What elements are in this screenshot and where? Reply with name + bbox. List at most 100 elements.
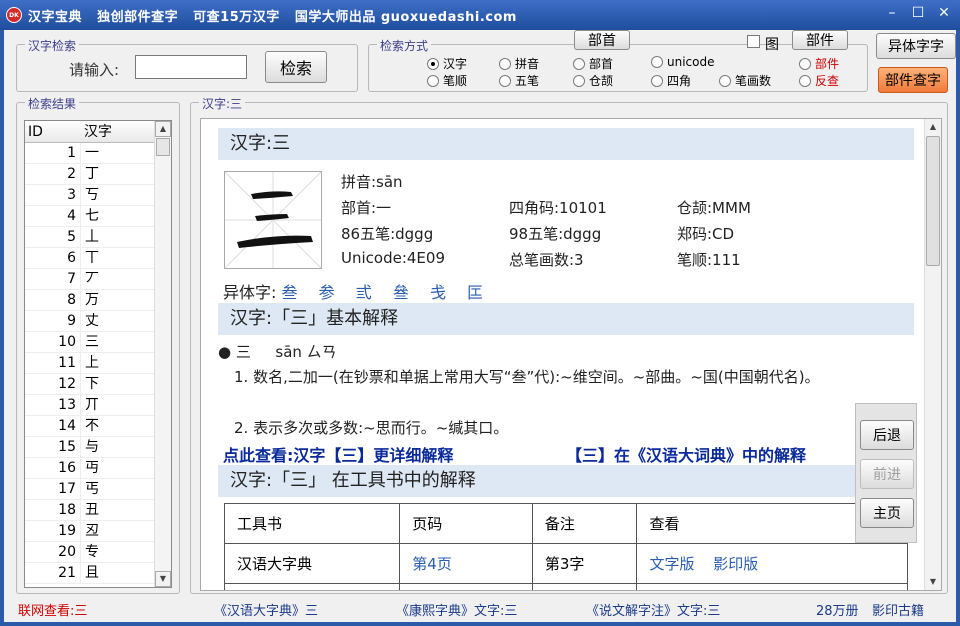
list-scrollbar[interactable]: ▲ ▼ — [154, 121, 171, 587]
forward-button[interactable]: 前进 — [860, 459, 914, 489]
radio-dot-icon — [499, 57, 511, 70]
list-item[interactable]: 4七 — [25, 206, 171, 227]
more-detail-link[interactable]: 点此查看:汉字【三】更详细解释 — [223, 442, 453, 466]
unicode-code: Unicode:4E09 — [341, 249, 445, 267]
search-button[interactable]: 检索 — [265, 51, 327, 83]
list-item[interactable]: 20 专 — [25, 542, 171, 563]
radio-bujian[interactable]: 部件 — [799, 55, 839, 72]
list-item[interactable]: 9丈 — [25, 311, 171, 332]
content-scrollbar[interactable]: ▲ ▼ — [924, 119, 941, 590]
detail-pane: 汉字:三 拼音:sān 部首:一 四角码:10101 仓颉:MMM 86五笔:d… — [200, 118, 942, 591]
list-item[interactable]: 18 丑 — [25, 500, 171, 521]
tu-checkbox-label: 图 — [765, 37, 779, 53]
radio-bihuashu[interactable]: 笔画数 — [719, 72, 771, 89]
scroll-thumb[interactable] — [926, 136, 940, 266]
row-char: 且 — [85, 565, 99, 581]
dictionary-link[interactable]: 【三】在《汉语大词典》中的解释 — [566, 442, 806, 466]
list-item[interactable]: 11 上 — [25, 353, 171, 374]
variant-link[interactable]: 戋 — [430, 283, 446, 302]
image-version-link[interactable]: 影印版 — [713, 555, 758, 573]
book-name: 汉语大字典 — [223, 543, 401, 584]
list-item[interactable]: 14 不 — [25, 416, 171, 437]
list-item[interactable]: 13 丌 — [25, 395, 171, 416]
home-button[interactable]: 主页 — [860, 498, 914, 528]
list-item[interactable]: 12 下 — [25, 374, 171, 395]
table-header: 页码 — [399, 503, 533, 544]
row-id: 6 — [25, 248, 81, 268]
radio-unicode[interactable]: unicode — [651, 55, 714, 69]
search-input[interactable] — [135, 55, 247, 79]
row-id: 7 — [25, 269, 81, 289]
list-item[interactable]: 6丅 — [25, 248, 171, 269]
variant-char-button[interactable]: 异体字字 — [876, 33, 956, 59]
page-link[interactable]: 第4页 — [412, 555, 452, 573]
variant-link[interactable]: 叄 — [393, 283, 409, 302]
column-header-char[interactable]: 汉字 — [81, 121, 153, 142]
results-list[interactable]: ID 汉字 1 一 2 丁 3 丂 4 七 5 丄 6 丅 7 丆 8 万 9 丈 10 三 11 上 12 下 13 丌 14 不 1… — [24, 120, 172, 588]
list-item[interactable]: 16 丏 — [25, 458, 171, 479]
entry-line: ● 三 sān ㄙㄢ — [218, 343, 337, 361]
title-bar: DK 汉字宝典 独创部件查字 可查15万汉字 国学大师出品 guoxuedash… — [0, 0, 960, 30]
online-lookup-link[interactable]: 联网查看:三 — [18, 600, 87, 619]
text-version-link[interactable]: 文字版 — [649, 555, 694, 573]
list-item[interactable]: 5丄 — [25, 227, 171, 248]
guji-link[interactable]: 影印古籍 — [872, 600, 924, 619]
hydzd-link[interactable]: 《汉语大字典》三 — [214, 600, 318, 619]
list-item[interactable]: 21 且 — [25, 563, 171, 584]
radio-wubi[interactable]: 五笔 — [499, 72, 539, 89]
scroll-up-icon[interactable]: ▲ — [155, 121, 171, 137]
list-item[interactable]: 19 丒 — [25, 521, 171, 542]
scroll-up-icon[interactable]: ▲ — [925, 119, 941, 135]
row-id: 18 — [25, 500, 81, 520]
note-cell: 第3字 — [531, 543, 638, 584]
main-window: 汉字检索 请输入: 检索 检索方式 汉字 拼音 部首 unicode 部件 笔顺… — [4, 30, 956, 622]
list-item[interactable]: 7丆 — [25, 269, 171, 290]
row-char: 丑 — [85, 502, 99, 518]
basic-heading: 汉字:「三」基本解释 — [218, 303, 914, 335]
radio-fancha[interactable]: 反查 — [799, 72, 839, 89]
scroll-thumb[interactable] — [156, 138, 170, 156]
wubi86-code: 86五笔:dggg — [341, 225, 434, 243]
variant-link[interactable]: 参 — [319, 283, 335, 302]
list-item[interactable]: 15 与 — [25, 437, 171, 458]
radio-bushou[interactable]: 部首 — [573, 55, 613, 72]
back-button[interactable]: 后退 — [860, 420, 914, 450]
radio-cangjie[interactable]: 仓颉 — [573, 72, 613, 89]
list-item[interactable]: 10 三 — [25, 332, 171, 353]
minimize-icon[interactable]: – — [884, 5, 900, 21]
shuowen-link[interactable]: 《说文解字注》文字:三 — [586, 600, 720, 619]
variant-link[interactable]: 匞 — [467, 283, 483, 302]
row-id: 13 — [25, 395, 81, 415]
scroll-down-icon[interactable]: ▼ — [925, 574, 941, 590]
radio-pinyin[interactable]: 拼音 — [499, 55, 539, 72]
list-item[interactable]: 8万 — [25, 290, 171, 311]
radio-dot-icon — [719, 74, 731, 87]
radio-bishun[interactable]: 笔顺 — [427, 72, 467, 89]
row-id: 1 — [25, 143, 81, 163]
list-item[interactable]: 2丁 — [25, 164, 171, 185]
maximize-icon[interactable]: ☐ — [910, 5, 926, 21]
radio-sijiao[interactable]: 四角 — [651, 72, 691, 89]
table-header-row: 工具书 页码 备注 查看 — [223, 503, 908, 544]
pinyin: 拼音:sān — [341, 173, 403, 191]
books-link[interactable]: 28万册 — [816, 600, 859, 619]
close-icon[interactable]: ✕ — [936, 5, 952, 21]
list-item[interactable]: 1一 — [25, 143, 171, 164]
bujian-button[interactable]: 部件 — [792, 30, 848, 50]
bushou-button[interactable]: 部首 — [574, 30, 630, 50]
radio-hanzi[interactable]: 汉字 — [427, 55, 467, 72]
column-header-id[interactable]: ID — [25, 121, 81, 142]
variant-link[interactable]: 弎 — [356, 283, 372, 302]
bujian-lookup-button[interactable]: 部件查字 — [878, 67, 948, 93]
list-item[interactable]: 17 丐 — [25, 479, 171, 500]
row-id: 11 — [25, 353, 81, 373]
kangxi-link[interactable]: 《康熙字典》文字:三 — [396, 600, 517, 619]
row-id: 15 — [25, 437, 81, 457]
list-item[interactable]: 3丂 — [25, 185, 171, 206]
radio-dot-icon — [573, 57, 585, 70]
row-char: 丁 — [85, 166, 99, 182]
scroll-down-icon[interactable]: ▼ — [155, 571, 171, 587]
radio-dot-icon — [799, 74, 811, 87]
tu-checkbox[interactable] — [747, 35, 760, 48]
variant-link[interactable]: 叁 — [282, 283, 298, 302]
